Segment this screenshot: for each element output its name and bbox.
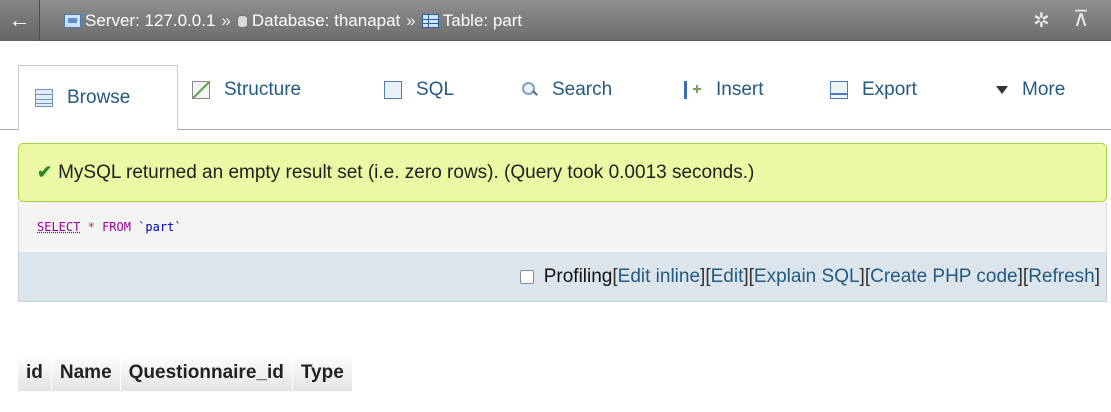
column-header-name[interactable]: Name [52, 354, 121, 391]
tab-more[interactable]: More [996, 65, 1065, 114]
breadcrumb-database-label[interactable]: Database: thanapat [252, 11, 400, 31]
query-actions: Profiling [Edit inline] [ Edit ] [ Expla… [18, 252, 1107, 302]
tab-label: Browse [67, 87, 131, 108]
tab-browse[interactable]: Browse [18, 65, 178, 131]
server-icon [64, 14, 81, 28]
table-icon [421, 14, 439, 28]
tab-label: Search [552, 78, 613, 100]
insert-icon [684, 80, 702, 99]
sql-table-name: `part` [138, 220, 182, 234]
checkmark-icon: ✔ [37, 162, 53, 182]
profiling-checkbox[interactable] [519, 269, 534, 284]
gear-icon[interactable]: ✲ [1033, 8, 1050, 33]
sql-star: * [87, 220, 95, 234]
breadcrumb-separator: » [406, 11, 416, 30]
tab-label: Insert [716, 78, 764, 100]
browse-icon [35, 89, 53, 107]
breadcrumb: Server: 127.0.0.1 » Database: thanapat »… [64, 11, 522, 31]
export-icon [830, 80, 848, 99]
sql-icon [384, 80, 402, 99]
tab-structure[interactable]: Structure [192, 65, 301, 114]
caret-down-icon [996, 85, 1008, 94]
structure-icon [192, 80, 210, 99]
results-header-row: id Name Questionnaire_id Type [18, 354, 353, 391]
breadcrumb-separator: » [221, 11, 231, 30]
tab-label: Structure [224, 78, 302, 100]
breadcrumb-server-label[interactable]: Server: 127.0.0.1 [85, 11, 215, 31]
tab-sql[interactable]: SQL [384, 65, 454, 114]
collapse-icon[interactable]: ⊼ [1073, 6, 1089, 32]
tab-export[interactable]: Export [830, 65, 917, 114]
column-header-id[interactable]: id [18, 354, 52, 391]
create-php-code-link[interactable]: Create PHP code [870, 266, 1018, 288]
search-icon [520, 81, 538, 99]
column-header-questionnaire-id[interactable]: Questionnaire_id [121, 354, 293, 391]
sql-query-box: SELECT * FROM `part` [18, 202, 1107, 252]
profiling-label[interactable]: Profiling [544, 266, 613, 288]
tab-label: SQL [416, 78, 455, 100]
column-header-type[interactable]: Type [293, 354, 353, 391]
explain-sql-link[interactable]: Explain SQL [754, 266, 860, 288]
breadcrumb-server[interactable]: Server: 127.0.0.1 [64, 11, 215, 31]
refresh-link[interactable]: Refresh [1028, 266, 1095, 288]
breadcrumb-database[interactable]: Database: thanapat [236, 11, 400, 31]
tab-label: More [1022, 78, 1066, 100]
edit-link[interactable]: Edit [711, 266, 744, 288]
sql-keyword-select[interactable]: SELECT [37, 220, 80, 234]
edit-inline-link[interactable]: Edit inline [618, 266, 700, 288]
breadcrumb-table-label[interactable]: Table: part [443, 11, 522, 31]
tab-search[interactable]: Search [520, 65, 612, 114]
database-icon [236, 14, 248, 28]
back-arrow-icon[interactable]: ← [0, 0, 40, 41]
breadcrumb-bar: ← Server: 127.0.0.1 » Database: thanapat… [0, 0, 1111, 41]
tab-label: Export [862, 78, 917, 100]
tab-bar: Browse Structure SQL Search Insert Expor… [0, 41, 1111, 131]
success-message-text: MySQL returned an empty result set (i.e.… [58, 161, 755, 183]
success-message: ✔ MySQL returned an empty result set (i.… [18, 143, 1107, 202]
breadcrumb-table[interactable]: Table: part [421, 11, 522, 31]
tab-insert[interactable]: Insert [684, 65, 764, 114]
sql-keyword-from: FROM [102, 220, 131, 234]
